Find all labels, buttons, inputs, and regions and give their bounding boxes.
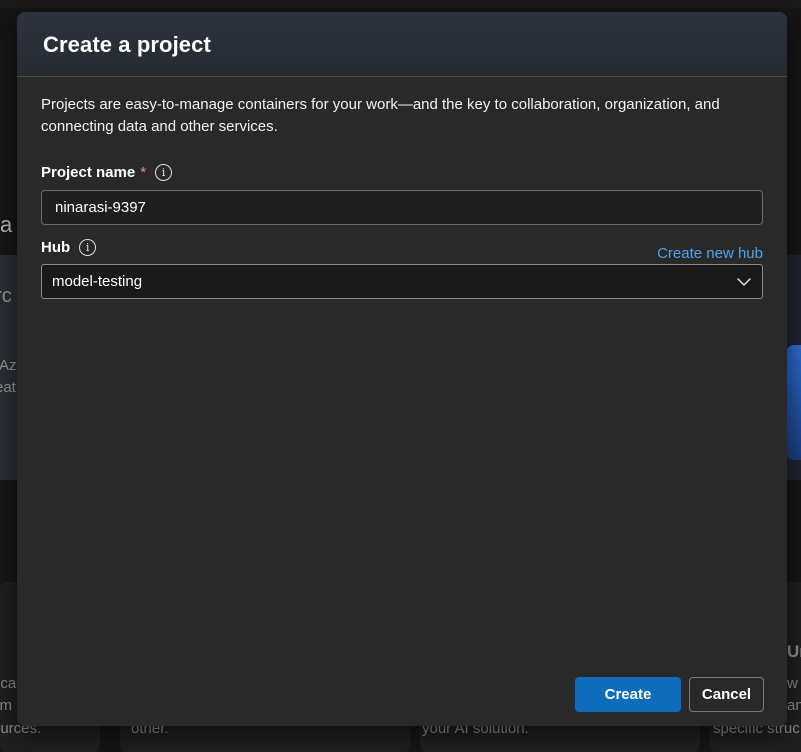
- hub-selected-value: model-testing: [52, 273, 142, 290]
- dialog-title: Create a project: [43, 32, 761, 58]
- project-name-input[interactable]: [41, 190, 763, 225]
- create-new-hub-link[interactable]: Create new hub: [657, 245, 763, 262]
- chevron-down-icon: [736, 274, 752, 290]
- create-project-dialog: Create a project Projects are easy-to-ma…: [17, 12, 787, 726]
- project-name-section: Project name * i: [41, 162, 763, 225]
- background-top-bar: [0, 0, 801, 8]
- info-icon[interactable]: i: [79, 239, 96, 256]
- required-indicator: *: [140, 164, 146, 181]
- background-card-text: an: [787, 697, 801, 714]
- project-name-label: Project name: [41, 164, 135, 181]
- dialog-body: Projects are easy-to-manage containers f…: [17, 77, 787, 299]
- hub-label: Hub: [41, 239, 70, 256]
- background-card-text: eat: [0, 377, 16, 399]
- dialog-description: Projects are easy-to-manage containers f…: [41, 94, 761, 138]
- dialog-header: Create a project: [17, 12, 787, 77]
- background-card-text: Az: [0, 355, 17, 377]
- create-button[interactable]: Create: [575, 677, 681, 712]
- background-illustration: [786, 345, 801, 460]
- cancel-button[interactable]: Cancel: [689, 677, 764, 712]
- background-card-text: w y: [787, 675, 801, 692]
- hub-select[interactable]: model-testing: [41, 264, 763, 299]
- background-card-text: urc: [0, 285, 12, 307]
- dialog-footer: Create Cancel: [575, 677, 764, 712]
- hub-label-group: Hub i: [41, 237, 763, 257]
- background-card-text: ym: [0, 697, 12, 714]
- info-icon[interactable]: i: [155, 164, 172, 181]
- hub-label-row: Hub i Create new hub: [41, 237, 763, 257]
- background-card-text: oca: [0, 675, 16, 692]
- background-card-text: Ur: [787, 642, 801, 662]
- project-name-label-row: Project name * i: [41, 162, 763, 182]
